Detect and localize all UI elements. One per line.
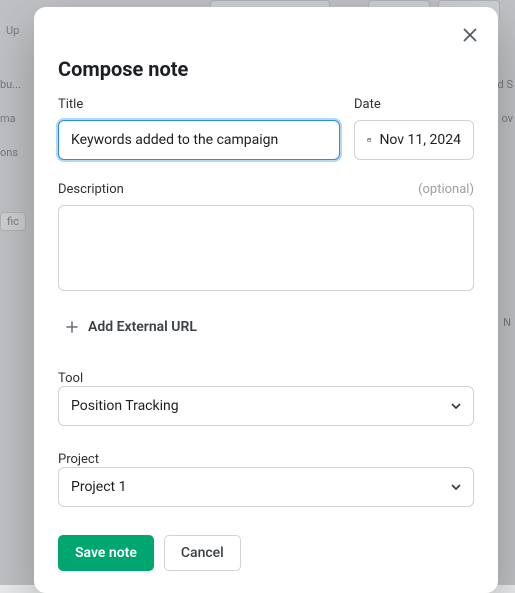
modal-heading: Compose note: [58, 57, 474, 81]
date-value: Nov 11, 2024: [379, 132, 461, 148]
close-button[interactable]: [456, 21, 484, 49]
tool-select[interactable]: Position Tracking: [58, 386, 474, 426]
optional-label: (optional): [418, 182, 474, 197]
title-input[interactable]: [58, 120, 340, 160]
compose-note-modal: Compose note Title Date Nov 11, 2024 Des…: [34, 7, 498, 593]
project-select[interactable]: Project 1: [58, 467, 474, 507]
add-external-url-label: Add External URL: [88, 319, 197, 335]
tool-label: Tool: [58, 371, 83, 386]
title-label: Title: [58, 97, 340, 112]
project-label: Project: [58, 452, 99, 467]
calendar-icon: [367, 133, 371, 147]
cancel-button[interactable]: Cancel: [164, 535, 241, 571]
description-textarea[interactable]: [58, 205, 474, 291]
date-picker[interactable]: Nov 11, 2024: [354, 120, 474, 160]
plus-icon: [64, 319, 80, 335]
add-external-url-button[interactable]: Add External URL: [58, 309, 203, 345]
description-label: Description: [58, 182, 124, 197]
close-icon: [462, 27, 478, 43]
save-button[interactable]: Save note: [58, 535, 154, 571]
date-label: Date: [354, 97, 474, 112]
